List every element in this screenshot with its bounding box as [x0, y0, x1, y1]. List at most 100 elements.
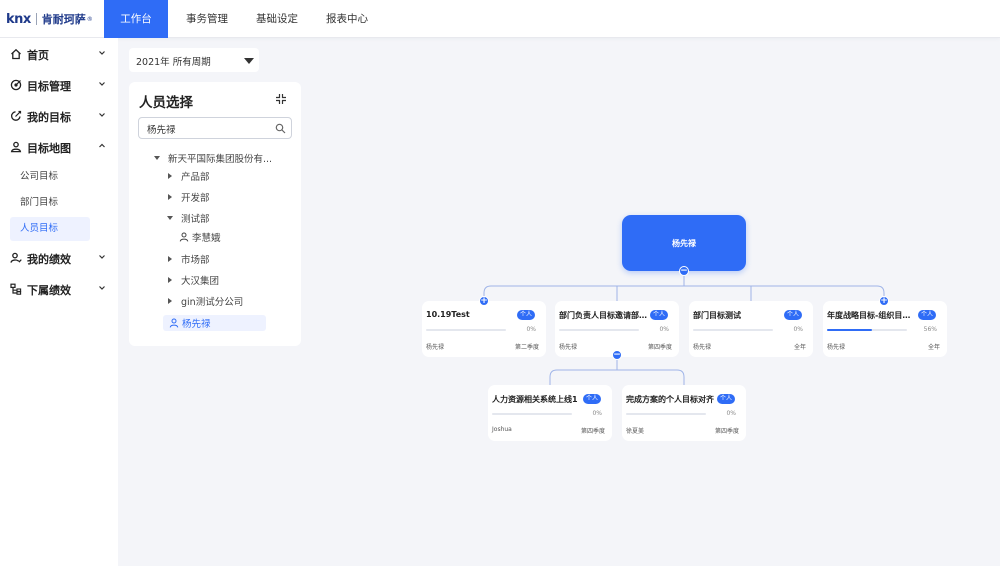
user-performance-icon	[10, 252, 22, 263]
progress-bar	[426, 329, 506, 331]
top-nav: 工作台 事务管理 基础设定 报表中心	[104, 0, 382, 38]
logo-divider	[35, 13, 37, 25]
expand-toggle-icon[interactable]: +	[879, 296, 889, 306]
chevron-down-icon	[99, 82, 105, 86]
sidebar: 首页 目标管理 我的目标 目标地图 公司目标 部门目标 人员目标 我的绩效 下属…	[0, 38, 118, 566]
tree-node-person[interactable]: 李慧娥	[179, 229, 221, 245]
progress-percent: 0%	[793, 326, 803, 333]
sidebar-subitem-department-goals[interactable]: 部门目标	[10, 191, 90, 215]
caret-right-icon	[168, 277, 172, 283]
period-select[interactable]: 2021年 所有周期	[129, 48, 259, 72]
goal-type-badge: 个人	[717, 394, 735, 404]
goal-period: 全年	[927, 344, 940, 351]
chevron-down-icon	[99, 113, 105, 117]
sidebar-item-label: 首页	[27, 49, 49, 62]
goal-title: 部门目标测试	[693, 311, 741, 320]
tree-node-person-selected[interactable]: 杨先禄	[169, 315, 211, 331]
collapse-icon[interactable]	[275, 93, 287, 105]
tree-node-test-dept[interactable]: 测试部	[167, 210, 210, 226]
sidebar-item-my-goals[interactable]: 我的目标	[0, 105, 118, 127]
sidebar-item-label: 我的目标	[27, 111, 71, 124]
tree-node-gin-branch[interactable]: gin测试分公司	[168, 293, 243, 309]
caret-down-icon	[154, 156, 160, 160]
sidebar-item-label: 目标地图	[27, 142, 71, 155]
progress-bar	[626, 413, 706, 415]
goal-owner: 杨先禄	[827, 344, 846, 351]
goal-type-badge: 个人	[784, 310, 802, 320]
goal-period: 第四季度	[714, 428, 739, 435]
sidebar-item-home[interactable]: 首页	[0, 43, 118, 65]
sidebar-item-goal-map[interactable]: 目标地图	[0, 136, 118, 158]
brand-logo[interactable]: knx 肯耐珂萨 ®	[6, 11, 93, 27]
tree-node-company[interactable]: 新天平国际集团股份有...	[154, 150, 272, 166]
chevron-down-icon	[99, 51, 105, 55]
expand-toggle-icon[interactable]: +	[479, 296, 489, 306]
goal-card[interactable]: 人力资源相关系统上线1 个人 0% Joshua 第四季度	[488, 385, 612, 441]
tree-node-label: 新天平国际集团股份有...	[168, 154, 273, 165]
chevron-down-icon	[99, 286, 105, 290]
person-icon	[179, 232, 189, 242]
sidebar-item-goal-management[interactable]: 目标管理	[0, 74, 118, 96]
goal-card[interactable]: 10.19Test 个人 0% 杨先禄 第二季度	[422, 301, 546, 357]
home-icon	[11, 48, 21, 60]
org-performance-icon	[10, 283, 22, 295]
tree-node-dahan-group[interactable]: 大汉集团	[168, 272, 219, 288]
goal-owner: Joshua	[492, 426, 512, 433]
goal-title: 部门负责人目标邀请部门...	[559, 311, 647, 320]
sidebar-item-label: 我的绩效	[27, 253, 71, 266]
sidebar-subitem-company-goals[interactable]: 公司目标	[10, 165, 90, 189]
progress-percent: 0%	[592, 410, 602, 417]
goal-owner: 杨先禄	[559, 344, 578, 351]
goal-card[interactable]: 部门负责人目标邀请部门... 个人 0% 杨先禄 第四季度	[555, 301, 679, 357]
tree-node-dev-dept[interactable]: 开发部	[168, 189, 210, 205]
caret-right-icon	[168, 194, 172, 200]
tree-node-label: 测试部	[181, 214, 210, 225]
people-selector-panel: 人员选择 新天平国际集团股份有... 产品部 开发部 测试部 李慧娥 市场部 大…	[129, 82, 301, 346]
tree-node-label: gin测试分公司	[181, 297, 244, 308]
target-icon	[10, 79, 22, 91]
search-icon[interactable]	[275, 123, 286, 134]
collapse-toggle-icon[interactable]: −	[679, 266, 689, 276]
tree-node-market-dept[interactable]: 市场部	[168, 251, 210, 267]
edit-target-icon	[10, 110, 22, 121]
search-box	[138, 117, 292, 139]
org-chart-root-node[interactable]: 杨先禄	[622, 215, 746, 271]
goal-owner: 杨先禄	[426, 344, 445, 351]
caret-down-icon	[244, 58, 254, 64]
tab-report-center[interactable]: 报表中心	[312, 0, 382, 38]
tab-basic-settings[interactable]: 基础设定	[242, 0, 312, 38]
sidebar-item-subordinate-performance[interactable]: 下属绩效	[0, 278, 118, 300]
tree-node-label: 市场部	[181, 255, 210, 266]
chevron-down-icon	[99, 255, 105, 259]
tree-node-label: 开发部	[181, 193, 210, 204]
search-input[interactable]	[147, 123, 267, 134]
progress-percent: 0%	[659, 326, 669, 333]
progress-bar-fill	[827, 329, 872, 331]
sidebar-subitem-personnel-goals[interactable]: 人员目标	[10, 217, 90, 241]
goal-owner: 杨先禄	[693, 344, 712, 351]
goal-owner: 徐夏美	[626, 428, 645, 435]
progress-bar	[693, 329, 773, 331]
sidebar-item-my-performance[interactable]: 我的绩效	[0, 247, 118, 269]
goal-period: 第四季度	[580, 428, 605, 435]
progress-bar	[827, 329, 907, 331]
tree-node-label: 产品部	[181, 172, 210, 183]
goal-type-badge: 个人	[918, 310, 936, 320]
goal-title: 10.19Test	[426, 310, 470, 319]
goal-type-badge: 个人	[650, 310, 668, 320]
goal-card[interactable]: 完成方案的个人目标对齐 个人 0% 徐夏美 第四季度	[622, 385, 746, 441]
chevron-up-icon	[99, 143, 105, 148]
collapse-toggle-icon[interactable]: −	[612, 350, 622, 360]
period-value: 2021年 所有周期	[136, 57, 211, 68]
goal-period: 全年	[793, 344, 806, 351]
tab-affairs[interactable]: 事务管理	[172, 0, 242, 38]
user-map-icon	[10, 141, 22, 153]
tree-node-product-dept[interactable]: 产品部	[168, 168, 210, 184]
brand-mark: knx	[6, 11, 31, 27]
caret-right-icon	[168, 173, 172, 179]
goal-title: 完成方案的个人目标对齐	[626, 395, 714, 404]
tab-workbench[interactable]: 工作台	[104, 0, 168, 38]
goal-card[interactable]: 年度战略目标-组织目标关... 个人 56% 杨先禄 全年	[823, 301, 947, 357]
progress-percent: 56%	[923, 326, 937, 333]
goal-card[interactable]: 部门目标测试 个人 0% 杨先禄 全年	[689, 301, 813, 357]
